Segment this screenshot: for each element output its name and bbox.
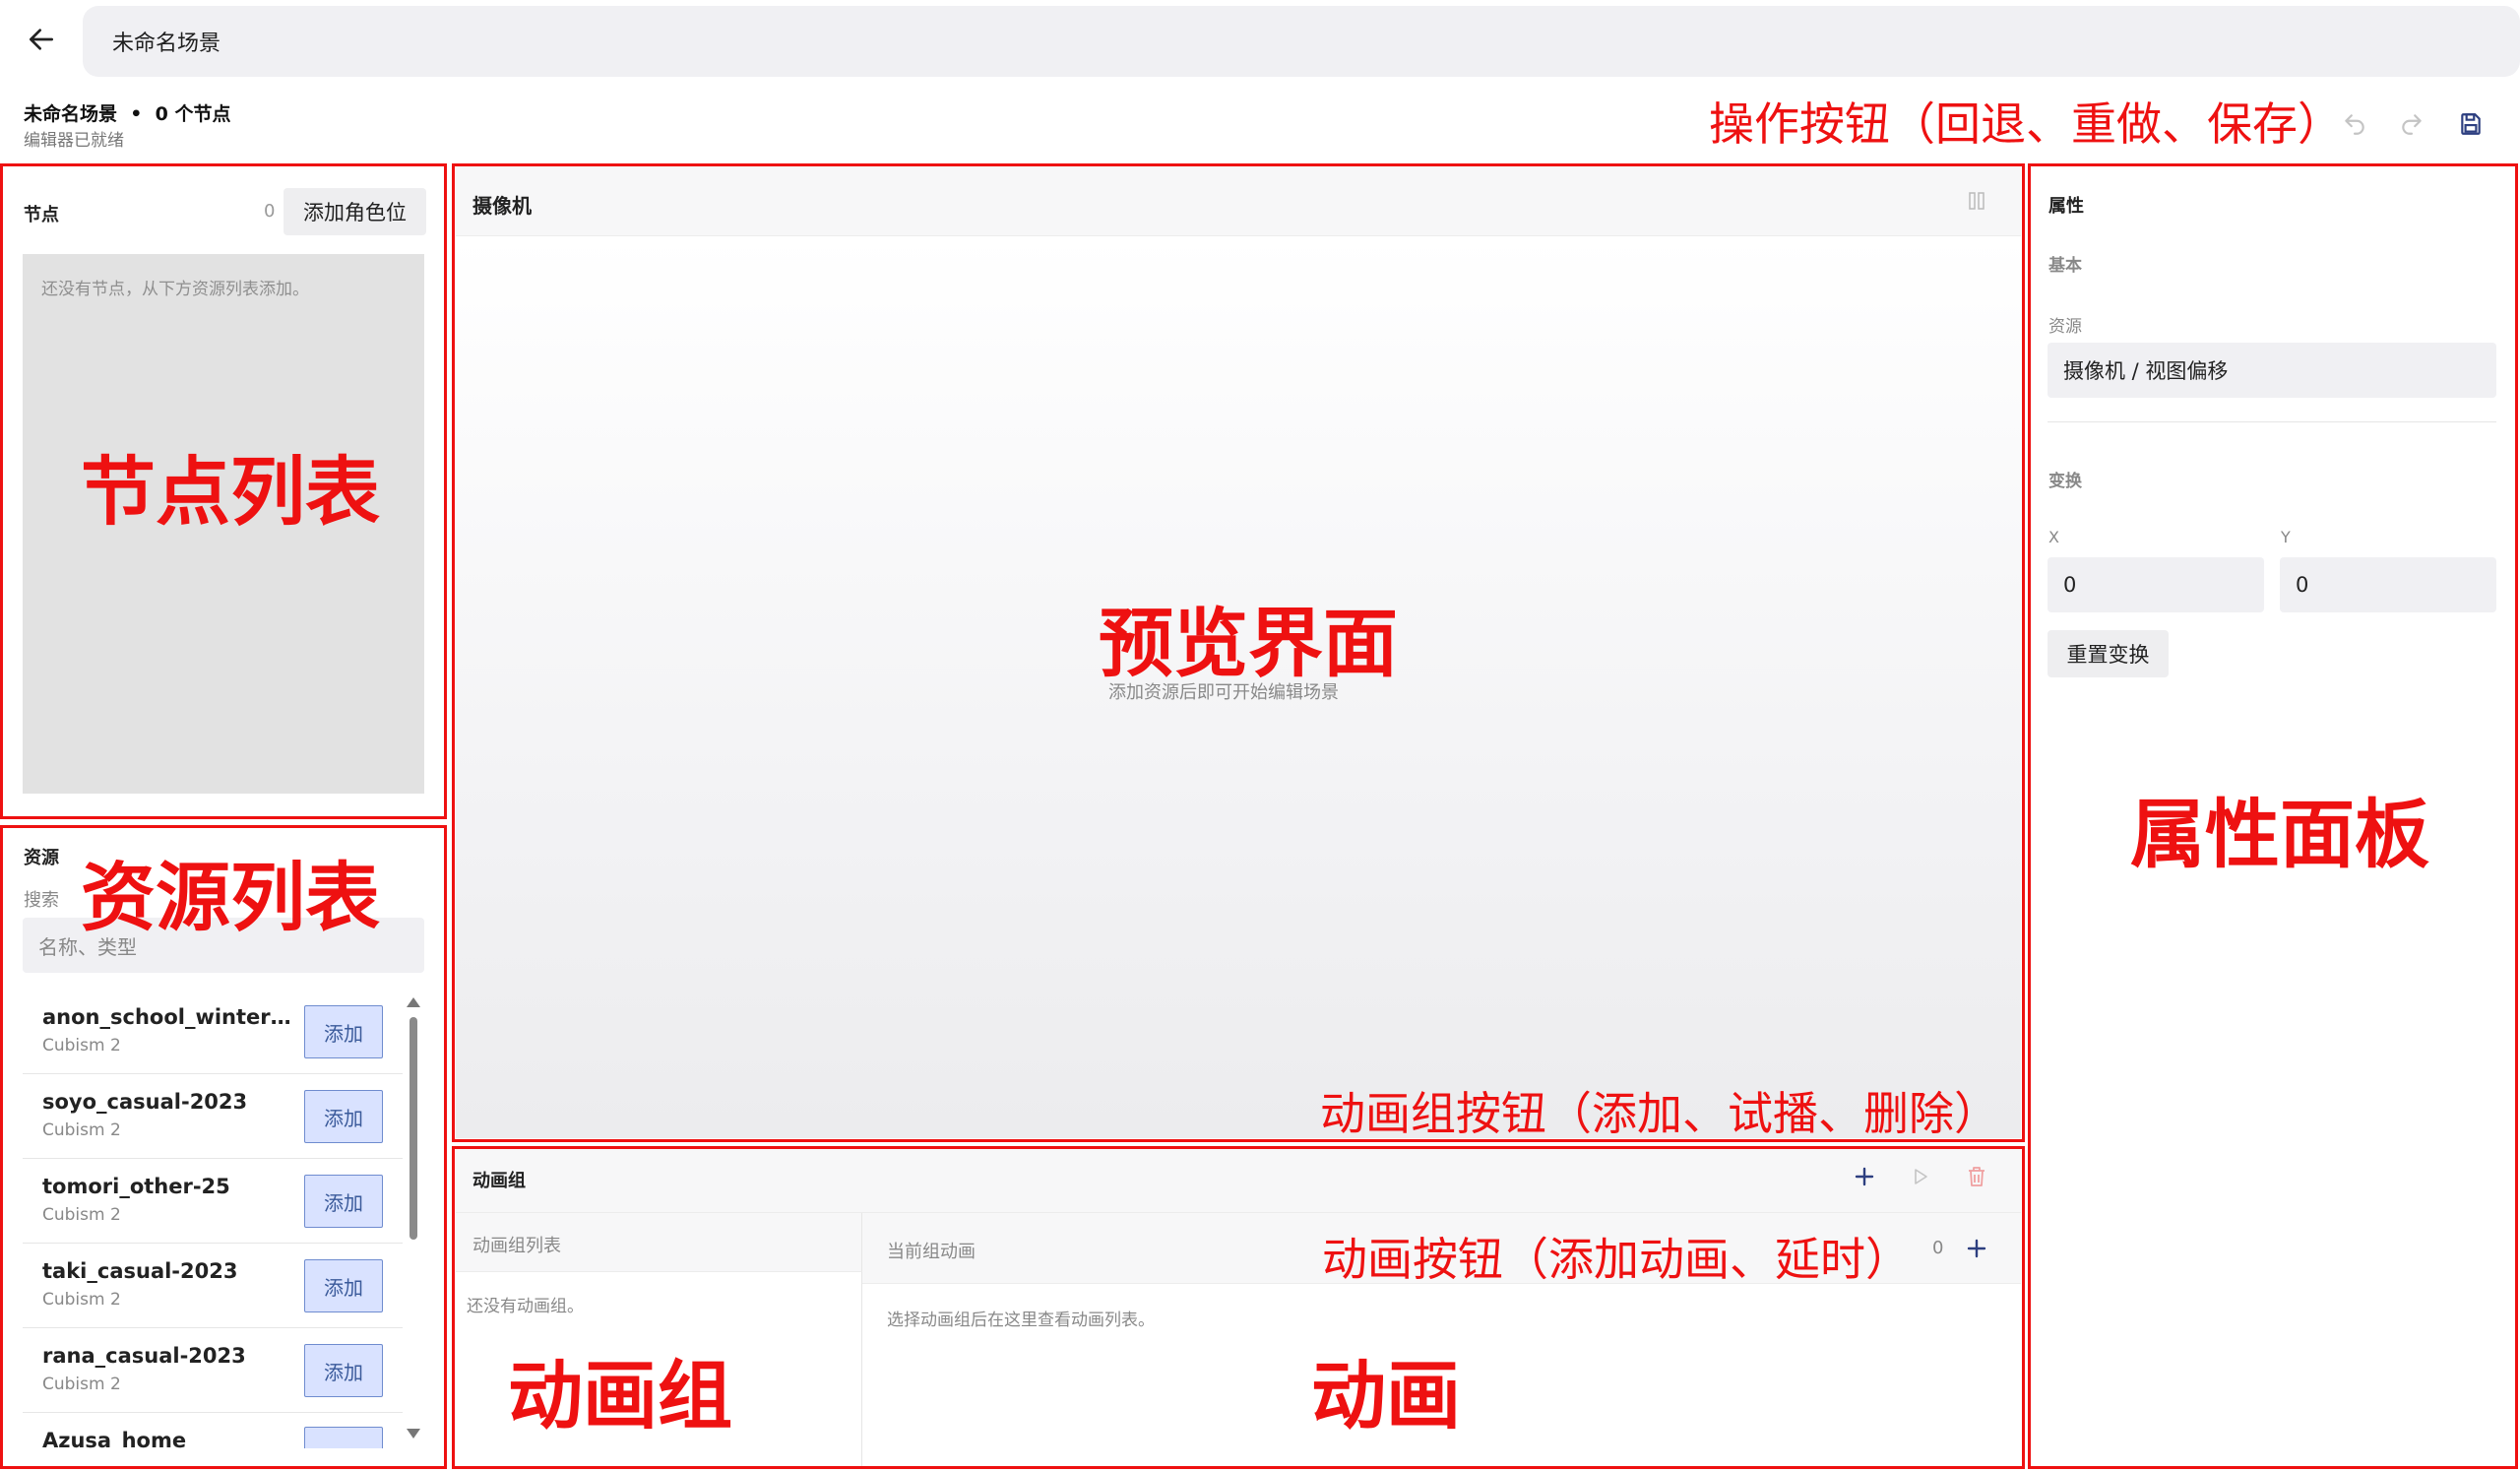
annotation-animation-buttons: 动画按钮（添加动画、延时） [1322,1233,1911,1286]
undo-icon [2345,114,2364,135]
back-button[interactable] [16,14,67,65]
annotation-resource-list: 资源列表 [81,854,380,941]
redo-button[interactable] [2392,104,2431,144]
annotation-node-list: 节点列表 [81,448,380,536]
redo-icon [2402,114,2422,135]
annotation-animation-group: 动画组 [508,1352,732,1439]
scene-info-title: 未命名场景 • 0 个节点 [24,103,231,125]
annotation-group-buttons: 动画组按钮（添加、试播、删除） [1320,1087,1999,1140]
annotation-animation: 动画 [1311,1352,1461,1439]
back-arrow-icon [30,29,53,50]
editor-status: 编辑器已就绪 [24,131,124,151]
annotation-property-panel: 属性面板 [2130,791,2429,878]
save-icon [2461,113,2481,135]
annotation-preview: 预览界面 [1099,600,1398,687]
save-button[interactable] [2451,104,2490,144]
scene-title-input[interactable]: 未命名场景 [83,6,2520,77]
annotation-toolbar-actions: 操作按钮（回退、重做、保存） [1709,97,2343,151]
